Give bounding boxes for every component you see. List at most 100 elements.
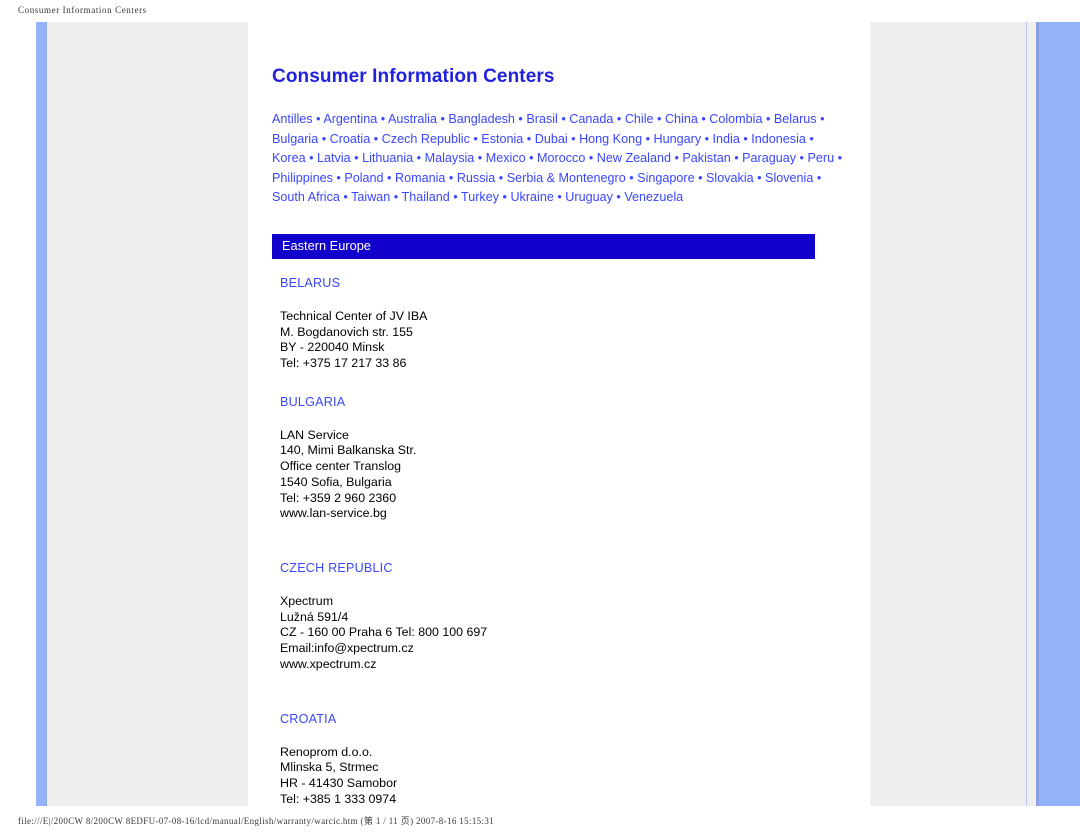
country-link[interactable]: Bulgaria (272, 132, 318, 146)
link-separator: • (557, 112, 570, 126)
country-link[interactable]: Lithuania (362, 151, 413, 165)
link-separator: • (474, 151, 486, 166)
country-link[interactable]: Antilles (272, 112, 313, 126)
country-address: LAN Service 140, Mimi Balkanska Str. Off… (280, 427, 417, 521)
country-link[interactable]: Turkey (461, 190, 499, 204)
region-heading-bar: Eastern Europe (272, 233, 815, 259)
link-separator: • (514, 112, 527, 126)
country-link[interactable]: Malaysia (425, 151, 475, 165)
link-separator: • (613, 112, 625, 126)
link-separator: • (350, 151, 363, 166)
link-separator: • (739, 131, 752, 146)
link-separator: • (796, 151, 808, 166)
country-link[interactable]: Chile (625, 112, 654, 126)
link-separator: • (585, 151, 597, 166)
country-entry-croatia: CROATIA Renoprom d.o.o. Mlinska 5, Strme… (272, 711, 847, 808)
country-link[interactable]: Peru (807, 151, 834, 165)
country-link[interactable]: Bangladesh (448, 112, 515, 126)
country-heading[interactable]: CROATIA (280, 711, 847, 727)
country-address: Technical Center of JV IBA M. Bogdanovic… (280, 308, 428, 371)
country-link[interactable]: China (665, 112, 698, 126)
country-link[interactable]: Uruguay (565, 190, 613, 204)
right-accent-bar (1039, 22, 1080, 806)
country-link[interactable]: Hungary (654, 132, 702, 146)
country-link[interactable]: Paraguay (742, 151, 796, 165)
print-header-title: Consumer Information Centers (18, 5, 147, 15)
country-link[interactable]: Canada (569, 112, 613, 126)
country-link[interactable]: Slovakia (706, 171, 754, 185)
country-link[interactable]: Dubai (535, 132, 568, 146)
country-link[interactable]: Hong Kong (579, 132, 642, 146)
link-separator: • (523, 131, 535, 146)
link-separator: • (567, 131, 580, 146)
link-separator: • (612, 190, 625, 205)
country-link[interactable]: Venezuela (624, 190, 683, 204)
page-title: Consumer Information Centers (272, 66, 555, 87)
country-heading[interactable]: CZECH REPUBLIC (280, 560, 847, 576)
link-separator: • (553, 190, 566, 205)
country-heading[interactable]: BELARUS (280, 275, 847, 291)
link-separator: • (805, 131, 814, 146)
country-link[interactable]: Korea (272, 151, 306, 165)
country-link[interactable]: Australia (388, 112, 437, 126)
link-separator: • (495, 170, 507, 185)
country-link[interactable]: South Africa (272, 190, 340, 204)
link-separator: • (697, 112, 710, 126)
country-link[interactable]: Philippines (272, 171, 333, 185)
link-separator: • (377, 112, 388, 126)
country-link[interactable]: Thailand (402, 190, 450, 204)
country-link[interactable]: Ukraine (510, 190, 553, 204)
link-separator: • (694, 170, 707, 185)
link-separator: • (318, 131, 330, 146)
print-footer-path: file:///E|/200CW 8/200CW 8EDFU-07-08-16/… (18, 816, 495, 826)
country-entries: BELARUS Technical Center of JV IBA M. Bo… (272, 275, 847, 807)
country-link[interactable]: Mexico (486, 151, 526, 165)
link-separator: • (390, 190, 402, 205)
country-link[interactable]: Morocco (537, 151, 585, 165)
page-frame: Consumer Information Centers Antilles • … (0, 22, 1080, 806)
link-separator: • (670, 151, 683, 166)
country-link[interactable]: Pakistan (682, 151, 730, 165)
country-link[interactable]: India (713, 132, 740, 146)
link-separator: • (413, 151, 425, 166)
country-link[interactable]: Colombia (709, 112, 762, 126)
country-link[interactable]: Romania (395, 171, 445, 185)
link-separator: • (370, 131, 382, 146)
country-link[interactable]: Russia (457, 171, 496, 185)
country-link[interactable]: Croatia (330, 132, 371, 146)
country-link[interactable]: New Zealand (597, 151, 671, 165)
link-separator: • (445, 170, 457, 185)
link-separator: • (312, 112, 324, 126)
country-entry-bulgaria: BULGARIA LAN Service 140, Mimi Balkanska… (272, 394, 847, 522)
country-link[interactable]: Estonia (481, 132, 523, 146)
link-separator: • (383, 170, 395, 185)
country-address: Xpectrum Lužná 591/4 CZ - 160 00 Praha 6… (280, 594, 488, 671)
content-card: Consumer Information Centers Antilles • … (248, 22, 870, 806)
country-link[interactable]: Taiwan (351, 190, 390, 204)
link-separator: • (625, 170, 638, 185)
country-link[interactable]: Brasil (526, 112, 558, 126)
country-link[interactable]: Czech Republic (382, 132, 470, 146)
link-separator: • (525, 151, 538, 166)
link-separator: • (305, 151, 318, 166)
country-link[interactable]: Serbia & Montenegro (507, 171, 626, 185)
country-heading[interactable]: BULGARIA (280, 394, 847, 410)
link-separator: • (730, 151, 743, 166)
link-separator: • (469, 131, 482, 146)
country-link[interactable]: Indonesia (751, 132, 806, 146)
country-link[interactable]: Argentina (323, 112, 377, 126)
link-separator: • (653, 112, 665, 126)
country-link[interactable]: Slovenia (765, 171, 813, 185)
link-separator: • (499, 190, 511, 205)
country-address: Renoprom d.o.o. Mlinska 5, Strmec HR - 4… (280, 744, 398, 806)
country-link[interactable]: Poland (344, 171, 383, 185)
country-links-list[interactable]: Antilles • Argentina • Australia • Bangl… (272, 110, 845, 208)
link-separator: • (436, 112, 449, 126)
country-link[interactable]: Singapore (637, 171, 694, 185)
country-link[interactable]: Latvia (317, 151, 351, 165)
link-separator: • (813, 170, 822, 185)
country-link[interactable]: Belarus (774, 112, 817, 126)
link-separator: • (762, 112, 774, 126)
